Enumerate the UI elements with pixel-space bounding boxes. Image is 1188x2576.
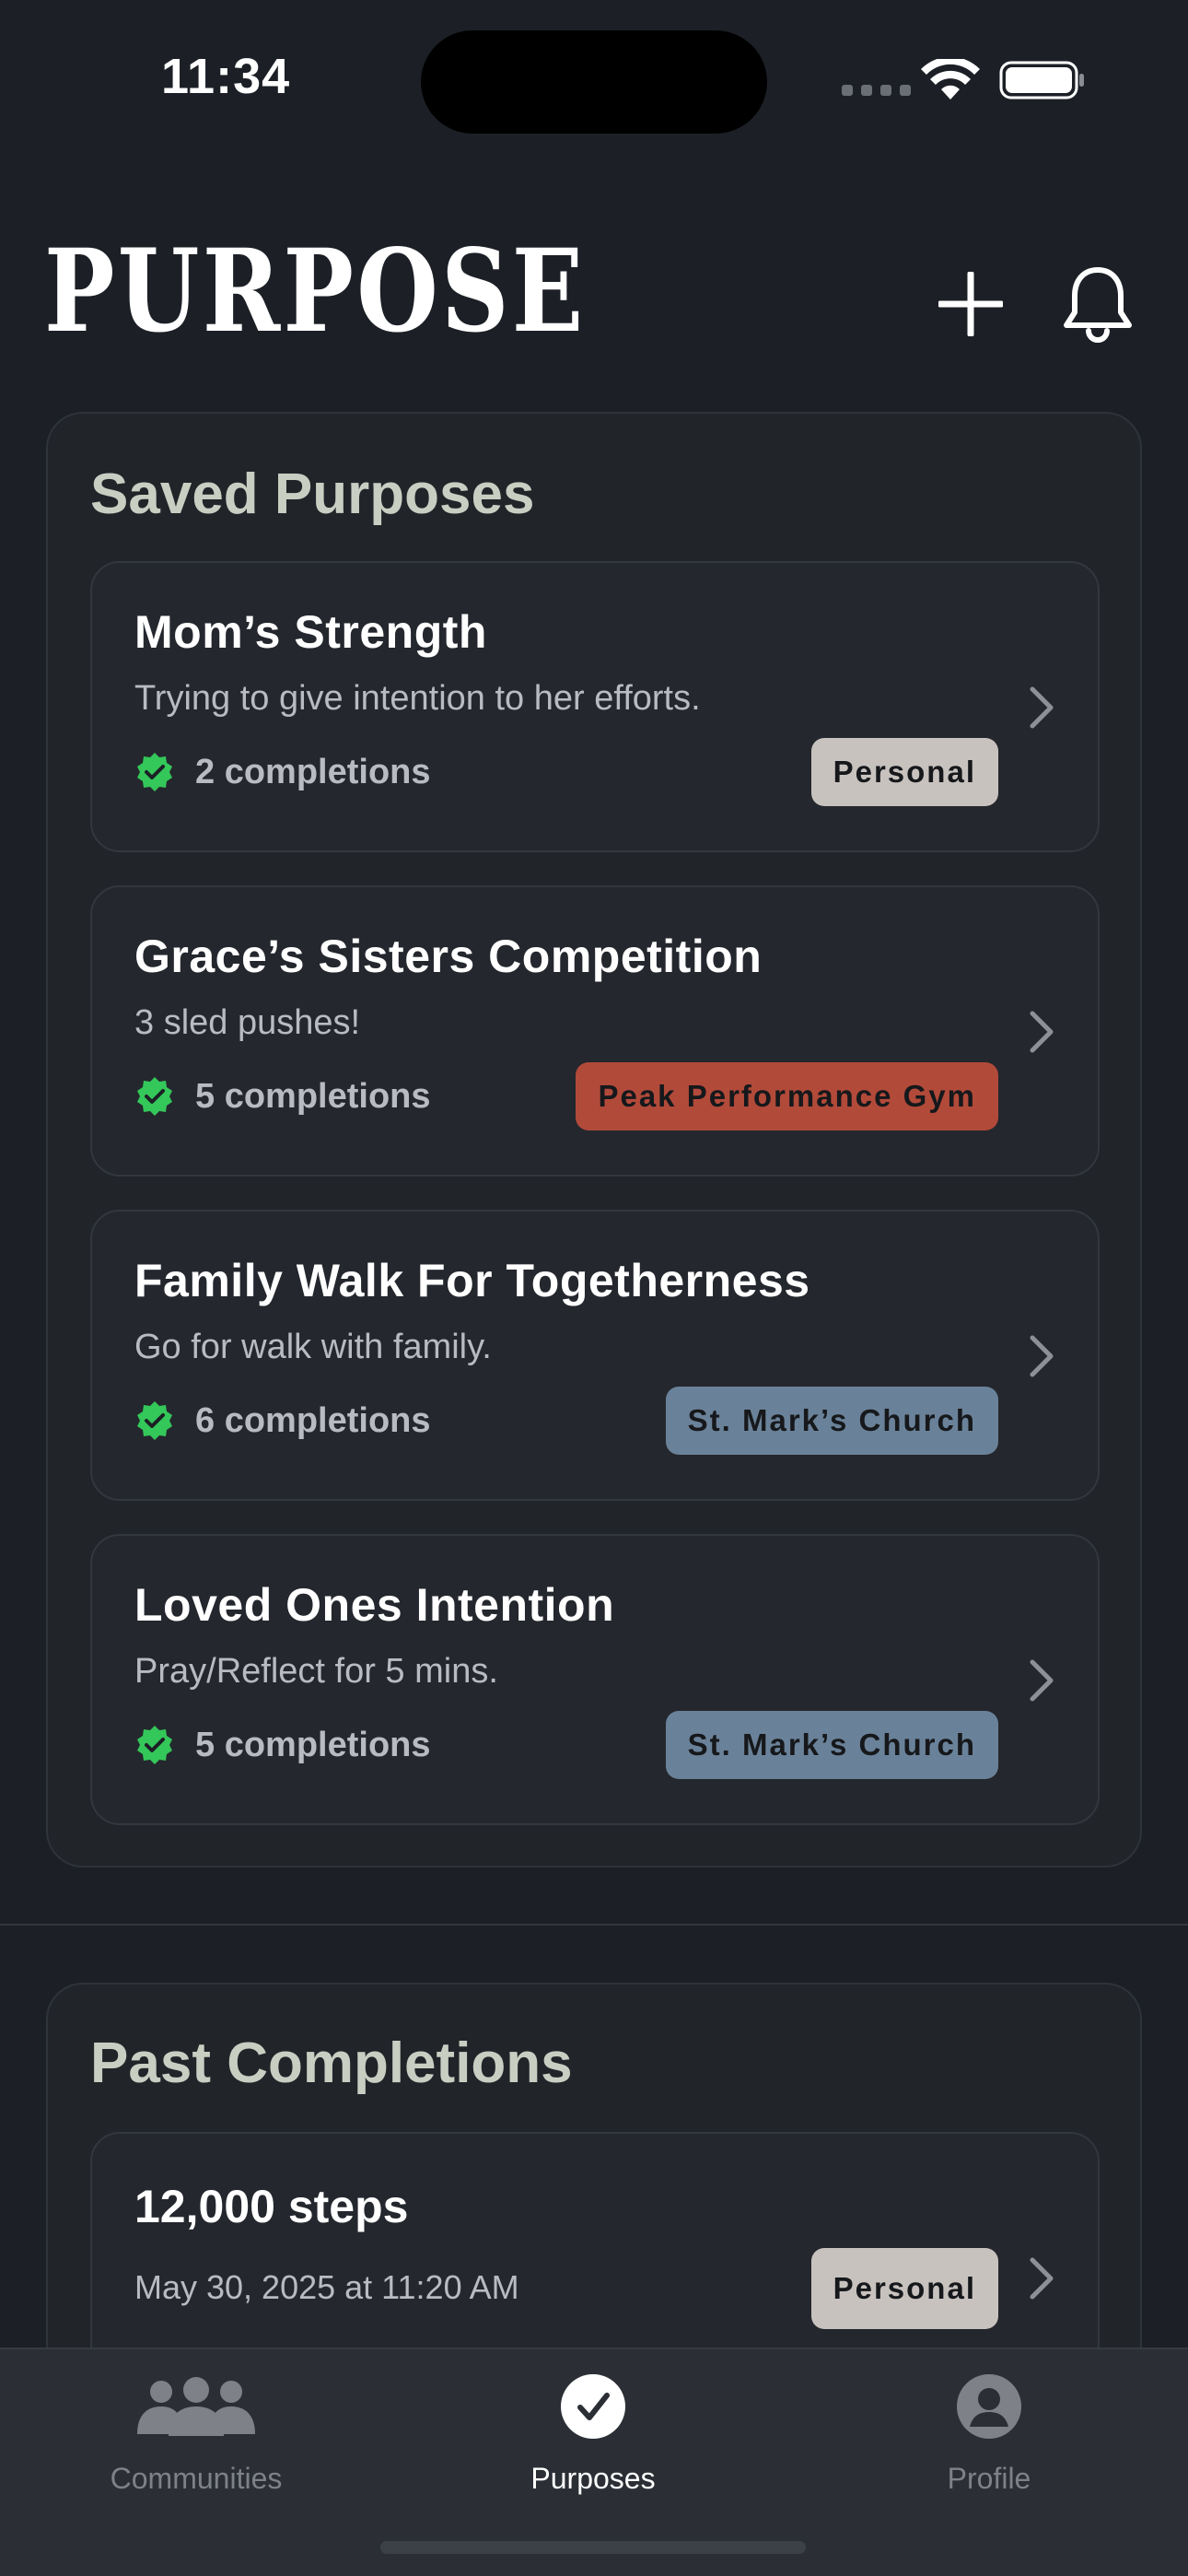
purpose-item[interactable]: Grace’s Sisters Competition 3 sled pushe… (90, 885, 1100, 1177)
purpose-item[interactable]: Family Walk For Togetherness Go for walk… (90, 1210, 1100, 1501)
tab-label: Purposes (530, 2462, 656, 2495)
purpose-item[interactable]: Mom’s Strength Trying to give intention … (90, 561, 1100, 852)
completions-count: 5 completions (195, 1076, 431, 1116)
verified-check-icon (137, 753, 172, 791)
chevron-right-icon (1030, 1659, 1054, 1702)
community-tag: Personal (810, 2248, 998, 2329)
verified-check-icon (137, 1401, 172, 1440)
community-tag: Peak Performance Gym (576, 1062, 998, 1130)
checkmark-circle-icon (561, 2374, 625, 2439)
status-time: 11:34 (161, 49, 291, 104)
section-title: Past Completions (90, 2032, 573, 2095)
completions-row: 6 completions (134, 1400, 431, 1441)
purpose-title: Grace’s Sisters Competition (134, 931, 763, 982)
chevron-right-icon (1030, 686, 1054, 729)
notifications-button[interactable] (1061, 263, 1135, 345)
home-indicator[interactable] (380, 2541, 806, 2554)
completion-title: 12,000 steps (134, 2181, 409, 2232)
completions-count: 6 completions (195, 1400, 431, 1440)
purpose-title: Loved Ones Intention (134, 1579, 615, 1631)
purpose-title: Family Walk For Togetherness (134, 1255, 810, 1306)
tab-profile[interactable]: Profile (851, 2370, 1127, 2496)
plus-icon (938, 272, 1003, 336)
bell-icon (1064, 267, 1132, 343)
section-title: Saved Purposes (90, 463, 535, 526)
community-tag: St. Mark’s Church (665, 1387, 998, 1455)
battery-icon (999, 61, 1084, 100)
dynamic-island (421, 30, 767, 134)
app-logo: PURPOSE (44, 225, 587, 358)
saved-purposes-section: Saved Purposes Mom’s Strength Trying to … (46, 412, 1142, 1868)
tab-purposes[interactable]: Purposes (455, 2370, 731, 2496)
completions-row: 5 completions (134, 1076, 431, 1117)
purpose-subtitle: 3 sled pushes! (134, 1003, 361, 1042)
purpose-subtitle: Pray/Reflect for 5 mins. (134, 1652, 498, 1691)
completions-row: 2 completions (134, 752, 431, 792)
completions-count: 2 completions (195, 752, 431, 791)
status-bar: 11:34 (0, 0, 1188, 157)
chevron-right-icon (1030, 1335, 1054, 1377)
tab-communities[interactable]: Communities (58, 2370, 334, 2496)
chevron-right-icon (1030, 2257, 1054, 2300)
people-icon (137, 2377, 255, 2436)
verified-check-icon (137, 1077, 172, 1116)
purpose-item[interactable]: Loved Ones Intention Pray/Reflect for 5 … (90, 1534, 1100, 1825)
chevron-right-icon (1030, 1011, 1054, 1053)
completions-count: 5 completions (195, 1725, 431, 1764)
cellular-signal-icon (842, 85, 911, 96)
add-purpose-button[interactable] (934, 263, 1007, 345)
purpose-subtitle: Go for walk with family. (134, 1328, 492, 1366)
purpose-title: Mom’s Strength (134, 606, 487, 658)
tab-label: Communities (110, 2462, 283, 2495)
tab-label: Profile (947, 2462, 1031, 2495)
community-tag: St. Mark’s Church (665, 1711, 998, 1779)
purpose-subtitle: Trying to give intention to her efforts. (134, 679, 701, 718)
completion-date: May 30, 2025 at 11:20 AM (134, 2268, 519, 2306)
section-divider (0, 1924, 1188, 1926)
person-circle-icon (957, 2374, 1021, 2439)
completions-row: 5 completions (134, 1725, 431, 1765)
wifi-icon (921, 59, 980, 100)
verified-check-icon (137, 1726, 172, 1764)
community-tag: Personal (810, 738, 998, 806)
